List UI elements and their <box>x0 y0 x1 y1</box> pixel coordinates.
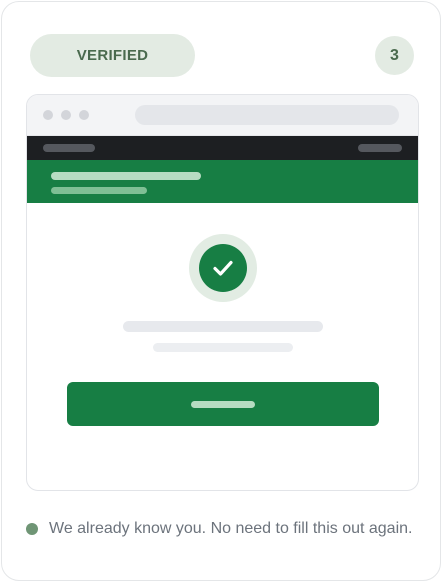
check-circle-icon <box>199 244 247 292</box>
nav-placeholder-left <box>43 144 95 152</box>
browser-window-illustration <box>26 94 419 491</box>
button-label-placeholder <box>191 401 255 408</box>
text-placeholder-line <box>123 321 323 332</box>
window-dot-icon <box>61 110 71 120</box>
window-dot-icon <box>43 110 53 120</box>
status-note-text: We already know you. No need to fill thi… <box>49 520 413 537</box>
continue-button-illustration <box>67 382 379 426</box>
nav-placeholder-right <box>358 144 402 152</box>
verified-badge: VERIFIED <box>30 34 195 77</box>
success-check-badge <box>189 234 257 302</box>
status-dot-icon <box>26 523 38 535</box>
step-number-badge: 3 <box>375 36 414 75</box>
status-note: We already know you. No need to fill thi… <box>26 520 412 538</box>
address-bar-placeholder <box>135 105 399 125</box>
window-dot-icon <box>79 110 89 120</box>
site-nav-bar <box>27 136 418 160</box>
site-header-banner <box>27 160 418 203</box>
header-title-placeholder <box>51 172 201 180</box>
browser-chrome <box>27 95 418 136</box>
header-subtitle-placeholder <box>51 187 147 194</box>
checkmark-icon <box>213 260 233 276</box>
verification-card: VERIFIED 3 We already know you. No need … <box>1 1 441 581</box>
text-placeholder-line <box>153 343 293 352</box>
